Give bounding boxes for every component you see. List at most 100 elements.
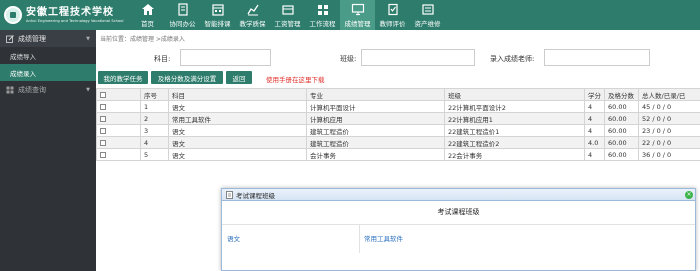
sidebar-item-score-entry[interactable]: 成绩录入 (0, 64, 96, 81)
table-cell: 23 / 0 / 0 (638, 124, 700, 137)
table-cell: 60.00 (604, 148, 639, 161)
select-all-header[interactable] (96, 88, 141, 101)
column-header: 班级 (444, 88, 585, 101)
dialog-titlebar[interactable]: 考试课程班级 (222, 189, 695, 201)
table-cell: 4 (584, 112, 605, 125)
salary-icon (281, 3, 295, 16)
dialog-header-title: 考试课程班级 (236, 191, 275, 200)
row-checkbox[interactable] (100, 115, 106, 122)
school-emblem-icon (4, 6, 22, 24)
nav-label: 教师评价 (379, 19, 406, 28)
table-cell: 4 (584, 100, 605, 113)
caret-down-icon: ▼ (86, 86, 90, 93)
column-header: 专业 (306, 88, 445, 101)
course-link-tools-software[interactable]: 常用工具软件 (364, 233, 403, 243)
close-icon[interactable]: × (685, 191, 693, 199)
nav-salary[interactable]: 工资管理 (270, 0, 305, 30)
nav-label: 资产维修 (414, 19, 441, 28)
table-row[interactable]: 3 语文 建筑工程造价 22建筑工程造价1 4 60.00 23 / 0 / 0 (96, 124, 700, 137)
repair-icon (421, 3, 435, 16)
manual-download-link[interactable]: 使用手册在这里下载 (266, 74, 325, 84)
school-logo: 安徽工程技术学校 Anhui Engineering and Technolog… (0, 0, 130, 30)
table-cell: 4 (140, 136, 169, 149)
table-row[interactable]: 5 语文 会计事务 22会计事务 4 60.00 36 / 0 / 0 (96, 148, 700, 161)
schedule-icon (211, 3, 225, 16)
table-cell: 22计算机平面设计2 (444, 100, 585, 113)
course-table: 序号 科目 专业 班级 学分 及格分数 总人数/已录/已 1 语文 计算机平面设… (96, 88, 700, 161)
table-cell: 22建筑工程造价2 (444, 136, 585, 149)
nav-home[interactable]: 首页 (130, 0, 165, 30)
table-cell: 建筑工程造价 (306, 124, 445, 137)
table-cell: 语文 (168, 148, 307, 161)
sidebar-group-score-query[interactable]: 成绩查询 ▼ (0, 81, 96, 98)
table-row[interactable]: 4 语文 建筑工程造价 22建筑工程造价2 4.0 60.00 22 / 0 /… (96, 136, 700, 149)
teacher-input[interactable] (544, 49, 650, 66)
table-cell: 计算机应用 (306, 112, 445, 125)
row-checkbox[interactable] (100, 139, 106, 146)
row-select-cell[interactable] (96, 148, 141, 161)
document-icon (226, 190, 233, 199)
subject-input[interactable] (180, 49, 271, 66)
row-select-cell[interactable] (96, 136, 141, 149)
sidebar-group-score-management[interactable]: 成绩管理 ▼ (0, 30, 96, 47)
table-cell: 1 (140, 100, 169, 113)
table-cell: 22 / 0 / 0 (638, 136, 700, 149)
table-cell: 60.00 (604, 136, 639, 149)
row-select-cell[interactable] (96, 112, 141, 125)
nav-repair[interactable]: 资产维修 (410, 0, 445, 30)
table-row[interactable]: 2 常用工具软件 计算机应用 22计算机应用1 4 60.00 52 / 0 /… (96, 112, 700, 125)
row-select-cell[interactable] (96, 124, 141, 137)
sidebar-item-label: 成绩导入 (10, 52, 36, 61)
nav-quality[interactable]: 教学质保 (235, 0, 270, 30)
table-cell: 36 / 0 / 0 (638, 148, 700, 161)
main-nav: 首页 协同办公 智能排课 教学质保 工资管理 工作流程 成绩管理 教师评价 资产… (130, 0, 445, 30)
my-tasks-button[interactable]: 我的教学任务 (98, 71, 148, 84)
class-input[interactable] (361, 49, 475, 66)
pass-settings-button[interactable]: 及格分数及满分设置 (151, 71, 223, 84)
divider (359, 225, 360, 253)
nav-label: 成绩管理 (344, 19, 371, 28)
office-icon (176, 2, 190, 16)
nav-evaluate[interactable]: 教师评价 (375, 0, 410, 30)
table-cell: 2 (140, 112, 169, 125)
evaluate-icon (386, 3, 400, 16)
home-icon (141, 3, 155, 16)
select-all-checkbox[interactable] (100, 91, 106, 98)
nav-scores[interactable]: 成绩管理 (340, 0, 375, 30)
table-cell: 常用工具软件 (168, 112, 307, 125)
nav-label: 协同办公 (169, 19, 196, 28)
table-cell: 60.00 (604, 124, 639, 137)
table-cell: 语文 (168, 100, 307, 113)
table-cell: 语文 (168, 124, 307, 137)
nav-label: 首页 (141, 19, 154, 28)
table-cell: 4.0 (584, 136, 605, 149)
sidebar-item-score-import[interactable]: 成绩导入 (0, 47, 96, 64)
table-row[interactable]: 1 语文 计算机平面设计 22计算机平面设计2 4 60.00 45 / 0 /… (96, 100, 700, 113)
sidebar-item-label: 成绩录入 (10, 69, 36, 78)
nav-label: 智能排课 (204, 19, 231, 28)
nav-office[interactable]: 协同办公 (165, 0, 200, 30)
course-link-chinese[interactable]: 语文 (227, 233, 240, 243)
table-cell: 4 (584, 124, 605, 137)
top-bar: 安徽工程技术学校 Anhui Engineering and Technolog… (0, 0, 700, 30)
row-checkbox[interactable] (100, 127, 106, 134)
divider (222, 224, 695, 225)
table-cell: 22计算机应用1 (444, 112, 585, 125)
class-label: 班级: (340, 55, 357, 63)
subject-label: 科目: (154, 55, 171, 63)
workflow-icon (316, 3, 330, 16)
row-checkbox[interactable] (100, 103, 106, 110)
table-cell: 5 (140, 148, 169, 161)
breadcrumb: 当前位置：成绩管理 >成绩录入 (100, 36, 185, 43)
quality-chart-icon (246, 3, 260, 16)
table-cell: 语文 (168, 136, 307, 149)
table-cell: 22建筑工程造价1 (444, 124, 585, 137)
back-button[interactable]: 返回 (226, 71, 252, 84)
score-monitor-icon (351, 3, 365, 16)
nav-schedule[interactable]: 智能排课 (200, 0, 235, 30)
row-select-cell[interactable] (96, 100, 141, 113)
row-checkbox[interactable] (100, 151, 106, 158)
nav-workflow[interactable]: 工作流程 (305, 0, 340, 30)
table-header-row: 序号 科目 专业 班级 学分 及格分数 总人数/已录/已 (96, 88, 700, 101)
table-cell: 60.00 (604, 112, 639, 125)
